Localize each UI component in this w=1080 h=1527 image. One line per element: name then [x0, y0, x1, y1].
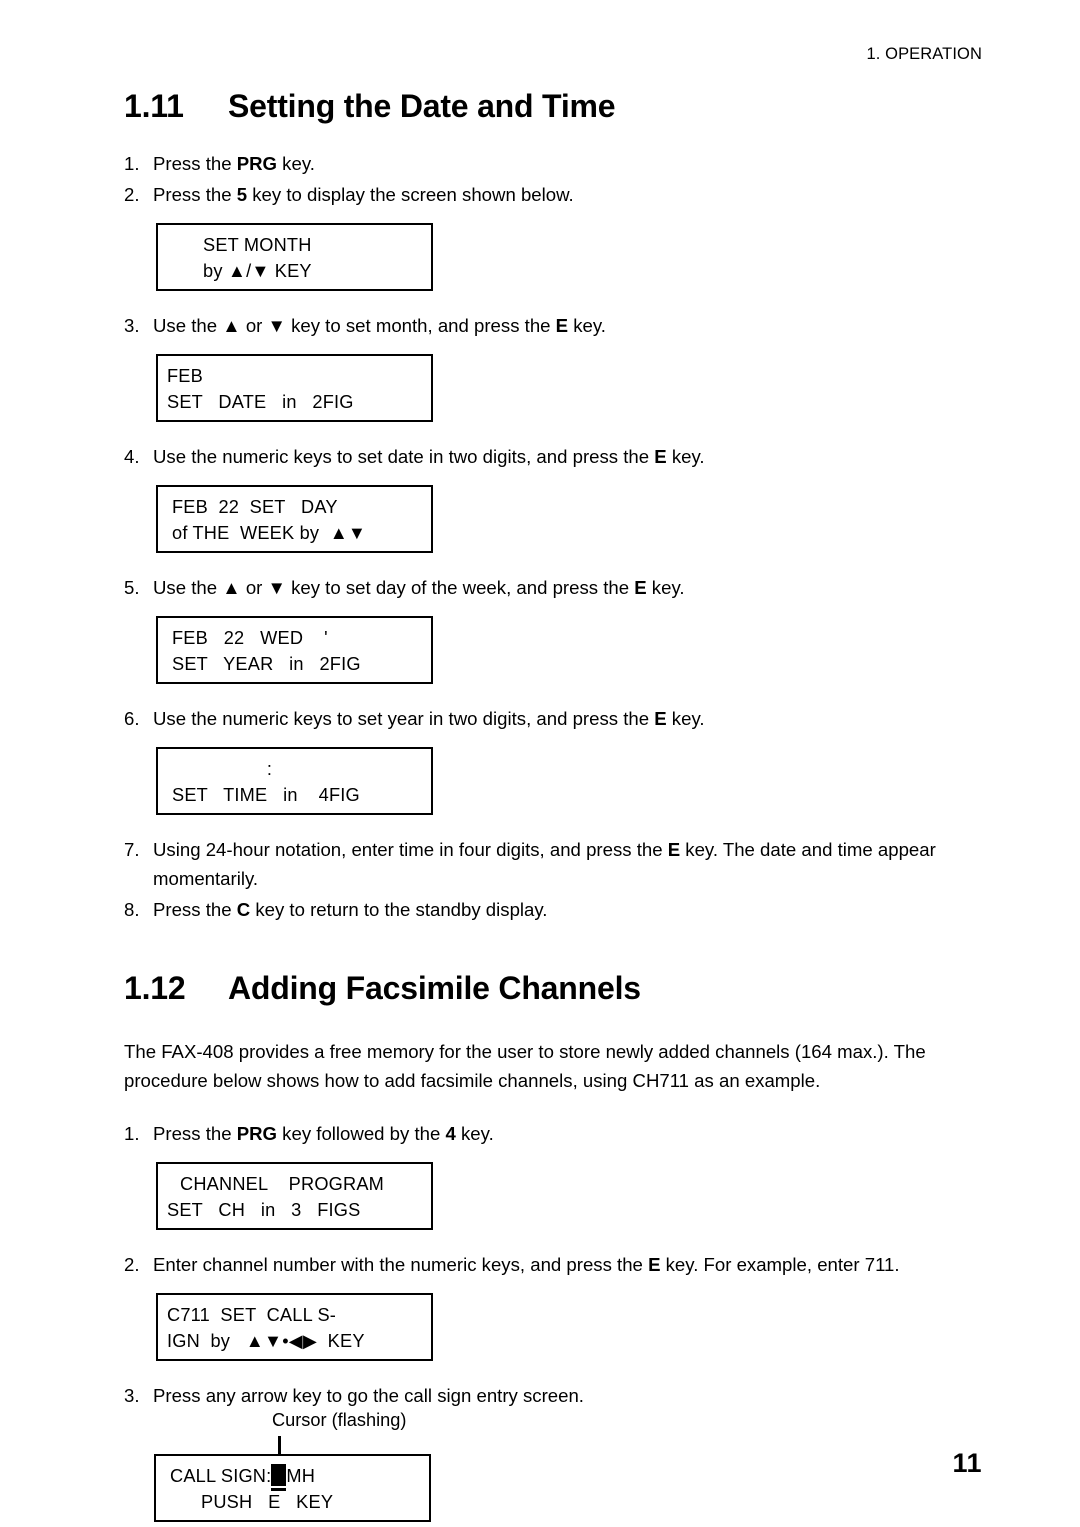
- step-marker: 1.: [124, 1122, 140, 1144]
- lcd-line-2: PUSH E KEY: [201, 1491, 334, 1512]
- section-number-1-12: 1.12: [124, 969, 186, 1006]
- section-heading-1-11: 1.11 Setting the Date and Time: [124, 88, 990, 125]
- lcd-line-1: C711 SET CALL S-: [167, 1304, 337, 1325]
- step-text: Press the C key to return to the standby…: [153, 898, 548, 920]
- section-title-1-12: Adding Facsimile Channels: [228, 969, 641, 1006]
- running-head: 1. OPERATION: [866, 45, 982, 63]
- lcd-line-1: CHANNEL PROGRAM: [180, 1173, 385, 1194]
- list-item: 3. Press any arrow key to go the call sig…: [124, 1381, 990, 1410]
- lcd-screen-call-sign-entry-wrap: CALL SIGN: MH PUSH E KEY: [154, 1453, 990, 1522]
- step-text: Use the ▲ or ▼ key to set day of the wee…: [153, 576, 685, 598]
- list-item: 5. Use the ▲ or ▼ key to set day of the w…: [124, 573, 990, 602]
- lcd-screen-set-date-wrap: FEB SET DATE in 2FIG: [156, 353, 990, 422]
- step-marker: 8.: [124, 898, 140, 920]
- lcd-line-1: FEB 22 SET DAY: [172, 496, 338, 517]
- list-item: 8. Press the C key to return to the stand…: [124, 895, 990, 924]
- step-text: Use the ▲ or ▼ key to set month, and pre…: [153, 314, 606, 336]
- section-1-12-paragraph: The FAX-408 provides a free memory for t…: [124, 1040, 926, 1091]
- list-item: 2. Enter channel number with the numeric …: [124, 1250, 990, 1279]
- lcd-screen-set-month-wrap: SET MONTH by ▲/▼ KEY: [156, 222, 990, 291]
- steps-list-1-11: 1. Press the PRG key. 2. Press the 5 key t…: [124, 149, 990, 209]
- steps-list-1-12-b: 2. Enter channel number with the numeric …: [124, 1250, 990, 1279]
- list-item: 6. Use the numeric keys to set year in tw…: [124, 704, 990, 733]
- steps-list-1-11-e: 6. Use the numeric keys to set year in tw…: [124, 704, 990, 733]
- step-text: Use the numeric keys to set year in two …: [153, 707, 705, 729]
- cursor-callout: Cursor (flashing): [154, 1409, 990, 1462]
- steps-list-1-12-a: 1. Press the PRG key followed by the 4 ke…: [124, 1119, 990, 1148]
- step-marker: 2.: [124, 183, 140, 205]
- call-sign-prefix: CALL SIGN:: [170, 1465, 272, 1486]
- lcd-line-2: SET DATE in 2FIG: [167, 391, 354, 412]
- cursor-callout-label: Cursor (flashing): [272, 1409, 407, 1430]
- call-sign-suffix: MH: [286, 1465, 316, 1486]
- step-marker: 1.: [124, 152, 140, 174]
- lcd-line-1: :: [266, 758, 273, 779]
- steps-list-1-11-c: 4. Use the numeric keys to set date in tw…: [124, 442, 990, 471]
- page-number: 11: [952, 1448, 982, 1478]
- list-item: 7. Using 24-hour notation, enter time in …: [124, 835, 990, 893]
- step-text: Press the PRG key followed by the 4 key.: [153, 1122, 494, 1144]
- step-text: Use the numeric keys to set date in two …: [153, 445, 705, 467]
- lcd-line-2: of THE WEEK by ▲▼: [172, 522, 367, 543]
- step-marker: 4.: [124, 445, 140, 467]
- page-content: 1.11 Setting the Date and Time 1. Press th…: [124, 88, 990, 1522]
- section-heading-1-12: 1.12 Adding Facsimile Channels: [124, 970, 990, 1007]
- step-text: Press the PRG key.: [153, 152, 315, 174]
- list-item: 2. Press the 5 key to display the screen …: [124, 180, 990, 209]
- lcd-screen-set-day-wrap: FEB 22 SET DAY of THE WEEK by ▲▼: [156, 484, 990, 553]
- lcd-screen-set-time-wrap: : SET TIME in 4FIG: [156, 746, 990, 815]
- lcd-screen-set-day: FEB 22 SET DAY of THE WEEK by ▲▼: [156, 484, 433, 553]
- lcd-line-1: CALL SIGN: MH: [156, 1463, 429, 1491]
- lcd-line-2: SET YEAR in 2FIG: [172, 653, 361, 674]
- step-marker: 7.: [124, 838, 140, 860]
- section-number-1-11: 1.11: [124, 88, 184, 124]
- document-page: 1. OPERATION 1.11 Setting the Date and Ti…: [0, 0, 1080, 1527]
- step-text: Press any arrow key to go the call sign …: [153, 1384, 584, 1406]
- lcd-line-2: SET TIME in 4FIG: [172, 784, 360, 805]
- lcd-screen-call-sign-prompt: C711 SET CALL S- IGN by ▲▼•◀▶ KEY: [156, 1292, 433, 1361]
- lcd-screen-call-sign-entry: CALL SIGN: MH PUSH E KEY: [154, 1453, 431, 1522]
- lcd-screen-set-date: FEB SET DATE in 2FIG: [156, 353, 433, 422]
- lcd-screen-set-year-wrap: FEB 22 WED ' SET YEAR in 2FIG: [156, 615, 990, 684]
- step-marker: 3.: [124, 1384, 140, 1406]
- list-item: 1. Press the PRG key followed by the 4 ke…: [124, 1119, 990, 1148]
- lcd-line-2: by ▲/▼ KEY: [203, 260, 312, 281]
- lcd-screen-set-time: : SET TIME in 4FIG: [156, 746, 433, 815]
- lcd-line-2: SET CH in 3 FIGS: [167, 1199, 361, 1220]
- steps-list-1-11-d: 5. Use the ▲ or ▼ key to set day of the w…: [124, 573, 990, 602]
- lcd-screen-set-year: FEB 22 WED ' SET YEAR in 2FIG: [156, 615, 433, 684]
- lcd-line-2: IGN by ▲▼•◀▶ KEY: [167, 1330, 365, 1351]
- steps-list-1-11-b: 3. Use the ▲ or ▼ key to set month, and p…: [124, 311, 990, 340]
- text-cursor-icon: [271, 1463, 287, 1491]
- lcd-screen-channel-program-wrap: CHANNEL PROGRAM SET CH in 3 FIGS: [156, 1161, 990, 1230]
- lcd-line-1: SET MONTH: [203, 234, 312, 255]
- section-title-1-11: Setting the Date and Time: [228, 88, 616, 124]
- step-marker: 6.: [124, 707, 140, 729]
- step-text: Enter channel number with the numeric ke…: [153, 1253, 900, 1275]
- lcd-line-1: FEB: [167, 365, 203, 386]
- lcd-screen-call-sign-prompt-wrap: C711 SET CALL S- IGN by ▲▼•◀▶ KEY: [156, 1292, 990, 1361]
- lcd-screen-channel-program: CHANNEL PROGRAM SET CH in 3 FIGS: [156, 1161, 433, 1230]
- step-marker: 5.: [124, 576, 140, 598]
- steps-list-1-12-c: 3. Press any arrow key to go the call sig…: [124, 1381, 990, 1410]
- lcd-line-1: FEB 22 WED ': [172, 627, 328, 648]
- step-marker: 2.: [124, 1253, 140, 1275]
- lcd-screen-set-month: SET MONTH by ▲/▼ KEY: [156, 222, 433, 291]
- step-marker: 3.: [124, 314, 140, 336]
- list-item: 4. Use the numeric keys to set date in tw…: [124, 442, 990, 471]
- list-item: 3. Use the ▲ or ▼ key to set month, and p…: [124, 311, 990, 340]
- list-item: 1. Press the PRG key.: [124, 149, 990, 178]
- step-text: Press the 5 key to display the screen sh…: [153, 183, 574, 205]
- steps-list-1-11-f: 7. Using 24-hour notation, enter time in …: [124, 835, 990, 924]
- step-text: Using 24-hour notation, enter time in fo…: [153, 838, 936, 889]
